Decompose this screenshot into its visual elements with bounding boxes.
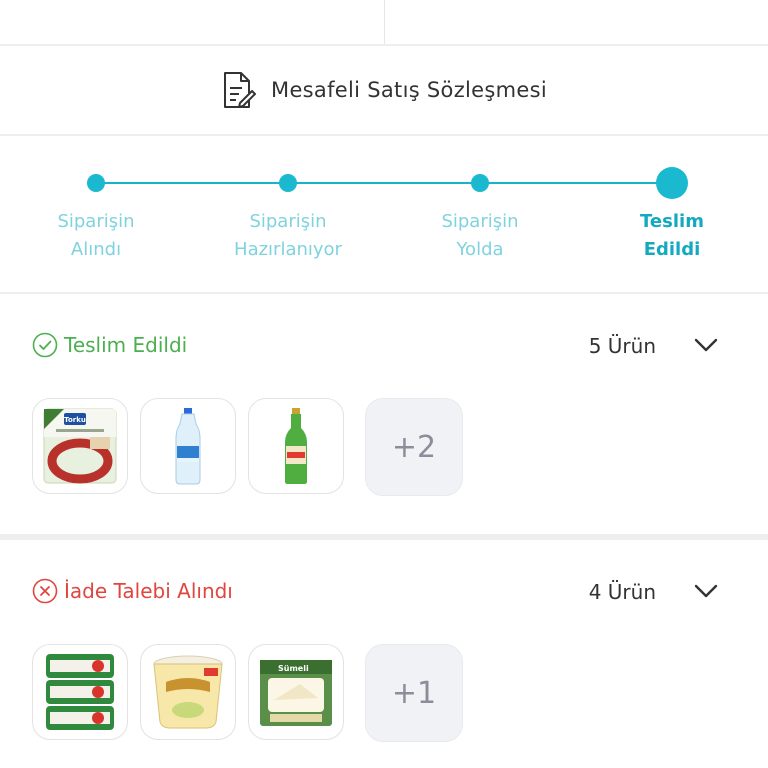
chevron-down-icon[interactable] — [692, 334, 720, 356]
status-text: Teslim Edildi — [64, 333, 188, 357]
product-thumbnails: Torku +2 — [32, 398, 463, 496]
return-requested-order-group: İade Talebi Alındı 4 Ürün Sümeli +1 — [0, 540, 768, 768]
product-thumb-cheese-tubs[interactable] — [32, 644, 128, 740]
distance-sales-contract-link[interactable]: Mesafeli Satış Sözleşmesi — [0, 46, 768, 136]
delivered-order-group: Teslim Edildi 5 Ürün Torku +2 — [0, 294, 768, 540]
status-text: İade Talebi Alındı — [64, 579, 233, 603]
more-products-button[interactable]: +2 — [365, 398, 463, 496]
step-dot-received — [87, 174, 105, 192]
check-circle-icon — [32, 332, 58, 358]
contract-label: Mesafeli Satış Sözleşmesi — [271, 78, 547, 102]
product-thumb-mineral-water[interactable] — [248, 398, 344, 494]
status-row: Teslim Edildi — [32, 332, 187, 358]
svg-text:Sümeli: Sümeli — [278, 664, 309, 673]
step-dot-preparing — [279, 174, 297, 192]
step-dot-on-the-way — [471, 174, 489, 192]
product-thumbnails: Sümeli +1 — [32, 644, 463, 742]
product-thumb-water[interactable] — [140, 398, 236, 494]
tab-divider — [384, 0, 385, 44]
product-thumb-yogurt[interactable] — [140, 644, 236, 740]
water-bottle-icon — [175, 408, 201, 485]
status-row: İade Talebi Alındı — [32, 578, 233, 604]
order-progress-tracker: Siparişin Alındı Siparişin Hazırlanıyor Si… — [0, 136, 768, 294]
product-thumb-cheese-box[interactable]: Sümeli — [248, 644, 344, 740]
sausage-pack-icon: Torku — [43, 408, 117, 484]
product-count: 5 Ürün — [588, 334, 656, 358]
product-count: 4 Ürün — [588, 580, 656, 604]
step-label-on-the-way: Siparişin Yolda — [441, 211, 519, 260]
step-label-received: Siparişin Alındı — [57, 211, 135, 260]
yogurt-tub-icon — [153, 655, 223, 729]
svg-text:Torku: Torku — [64, 416, 86, 424]
product-thumb-sausage[interactable]: Torku — [32, 398, 128, 494]
more-products-button[interactable]: +1 — [365, 644, 463, 742]
document-pen-icon — [221, 70, 257, 110]
mineral-water-bottle-icon — [285, 408, 307, 484]
top-tabs — [0, 0, 768, 46]
step-label-preparing: Siparişin Hazırlanıyor — [234, 211, 342, 260]
x-circle-icon — [32, 578, 58, 604]
progress-line — [96, 182, 672, 184]
cheese-box-icon: Sümeli — [260, 660, 332, 726]
step-label-delivered: Teslim Edildi — [640, 211, 704, 260]
chevron-down-icon[interactable] — [692, 580, 720, 602]
step-dot-delivered — [656, 167, 688, 199]
cheese-tubs-icon — [46, 654, 114, 730]
